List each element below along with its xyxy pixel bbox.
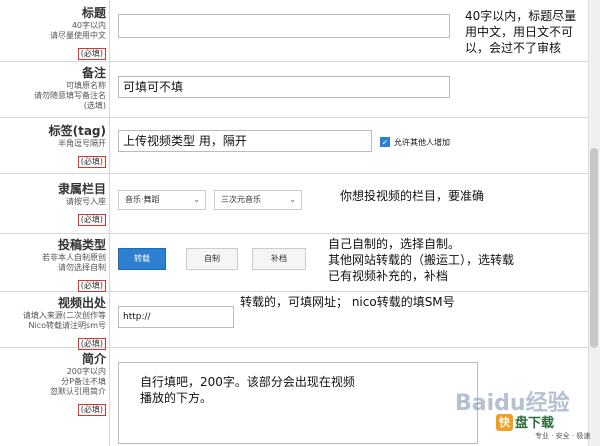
type-label-block: 投稿类型 若非本人自制原创 请勿选择自制 (必填) (0, 238, 110, 292)
title-desc-2: 请尽量使用中文 (50, 31, 106, 40)
remark-label-block: 备注 可填原名称 请勿随意填写备注名 (选填) (0, 66, 110, 111)
tags-required-badge: (必填) (77, 156, 106, 168)
intro-desc-1: 200字以内 (66, 367, 106, 376)
row-title: 标题 40字以内 请尽量使用中文 (必填) 40字以内，标题尽量 用中文，用日文… (0, 0, 588, 62)
category-label-block: 隶属栏目 请按号入座 (必填) (0, 182, 110, 226)
row-type: 投稿类型 若非本人自制原创 请勿选择自制 (必填) 转载 自制 补档 自己自制的… (0, 234, 588, 292)
row-remark: 备注 可填原名称 请勿随意填写备注名 (选填) 可填可不填 (0, 62, 588, 118)
tags-input[interactable]: 上传视频类型 用，隔开 (118, 130, 372, 152)
remark-desc-3: (选填) (83, 101, 106, 110)
row-tags: 标签(tag) 半角逗号隔开 (必填) 上传视频类型 用，隔开 ✓ 允许其他人增… (0, 118, 588, 174)
intro-label-block: 简介 200字以内 分P备注不填 忽默认引用简介 (必填) (0, 352, 110, 416)
type-repost-button[interactable]: 转载 (118, 248, 166, 270)
type-note: 自己自制的，选择自制。 其他网站转载的（搬运工），选转载 已有视频补充的，补档 (328, 236, 514, 284)
intro-desc-3: 忽默认引用简介 (50, 387, 106, 396)
category-select-secondary[interactable]: 三次元音乐 ⌄ (214, 190, 302, 210)
intro-note: 自行填吧，200字。该部分会出现在视频 播放的下方。 (140, 374, 355, 406)
title-required-badge: (必填) (77, 48, 106, 60)
chevron-down-icon: ⌄ (289, 195, 296, 204)
source-label-block: 视频出处 请填入来源(二次创作等 Nico转载请注明sm号 (必填) (0, 296, 110, 350)
category-select-secondary-value: 三次元音乐 (221, 195, 261, 204)
type-note-line-3: 已有视频补充的，补档 (328, 269, 449, 283)
intro-note-line-1: 自行填吧，200字。该部分会出现在视频 (140, 375, 355, 389)
category-desc-1: 请按号入座 (66, 197, 106, 206)
scrollbar-thumb[interactable] (590, 148, 598, 348)
type-original-button[interactable]: 自制 (186, 248, 238, 270)
tags-label: 标签(tag) (48, 124, 106, 138)
allow-others-checkbox[interactable]: ✓ (380, 137, 390, 147)
category-select-primary[interactable]: 音乐·舞蹈 ⌄ (118, 190, 206, 210)
row-category: 隶属栏目 请按号入座 (必填) 音乐·舞蹈 ⌄ 三次元音乐 ⌄ 你想投视频的栏目… (0, 174, 588, 234)
chevron-down-icon: ⌄ (193, 195, 200, 204)
remark-desc-2: 请勿随意填写备注名 (34, 91, 106, 100)
title-note-line-2: 用中文，用日文不可 (465, 25, 574, 39)
title-note: 40字以内，标题尽量 用中文，用日文不可 以，会过不了审核 (465, 8, 583, 56)
title-label: 标题 (81, 6, 106, 20)
type-supplement-button[interactable]: 补档 (252, 248, 306, 270)
type-desc-1: 若非本人自制原创 (42, 253, 106, 262)
title-desc-1: 40字以内 (71, 21, 106, 30)
allow-others-label: 允许其他人增加 (394, 138, 450, 147)
category-required-badge: (必填) (77, 214, 106, 226)
category-label: 隶属栏目 (57, 182, 106, 196)
upload-form: 标题 40字以内 请尽量使用中文 (必填) 40字以内，标题尽量 用中文，用日文… (0, 0, 600, 446)
category-select-primary-value: 音乐·舞蹈 (125, 195, 160, 204)
intro-label: 简介 (81, 352, 106, 366)
scrollbar-track[interactable] (588, 0, 600, 446)
source-note: 转载的，可填网址； nico转载的填SM号 (240, 295, 455, 309)
row-source: 视频出处 请填入来源(二次创作等 Nico转载请注明sm号 (必填) http:… (0, 292, 588, 350)
type-note-line-1: 自己自制的，选择自制。 (328, 237, 461, 251)
source-desc-1: 请填入来源(二次创作等 (22, 311, 106, 320)
remark-input[interactable]: 可填可不填 (118, 76, 450, 98)
title-input[interactable] (118, 14, 450, 38)
type-note-line-2: 其他网站转载的（搬运工），选转载 (328, 253, 515, 267)
source-label: 视频出处 (57, 296, 106, 310)
brand-logo-icon: 快 (496, 414, 513, 431)
source-url-input[interactable]: http:// (118, 306, 234, 328)
source-desc-2: Nico转载请注明sm号 (28, 321, 106, 330)
intro-required-badge: (必填) (77, 404, 106, 416)
intro-note-line-2: 播放的下方。 (140, 391, 213, 405)
tags-desc-1: 半角逗号隔开 (58, 139, 106, 148)
remark-desc-1: 可填原名称 (66, 81, 106, 90)
type-required-badge: (必填) (77, 280, 106, 292)
intro-desc-2: 分P备注不填 (61, 377, 106, 386)
title-note-line-3: 以，会过不了审核 (465, 41, 562, 55)
type-label: 投稿类型 (57, 238, 106, 252)
remark-label: 备注 (81, 66, 106, 80)
title-note-line-1: 40字以内，标题尽量 (465, 9, 577, 23)
title-label-block: 标题 40字以内 请尽量使用中文 (必填) (0, 6, 110, 60)
category-note: 你想投视频的栏目，要准确 (340, 189, 485, 203)
tags-label-block: 标签(tag) 半角逗号隔开 (必填) (0, 124, 110, 168)
type-desc-2: 请勿选择自制 (58, 263, 106, 272)
brand-subtitle: 专业 · 安全 · 极速 (535, 432, 591, 440)
brand-name: 盘下载 (515, 416, 555, 431)
